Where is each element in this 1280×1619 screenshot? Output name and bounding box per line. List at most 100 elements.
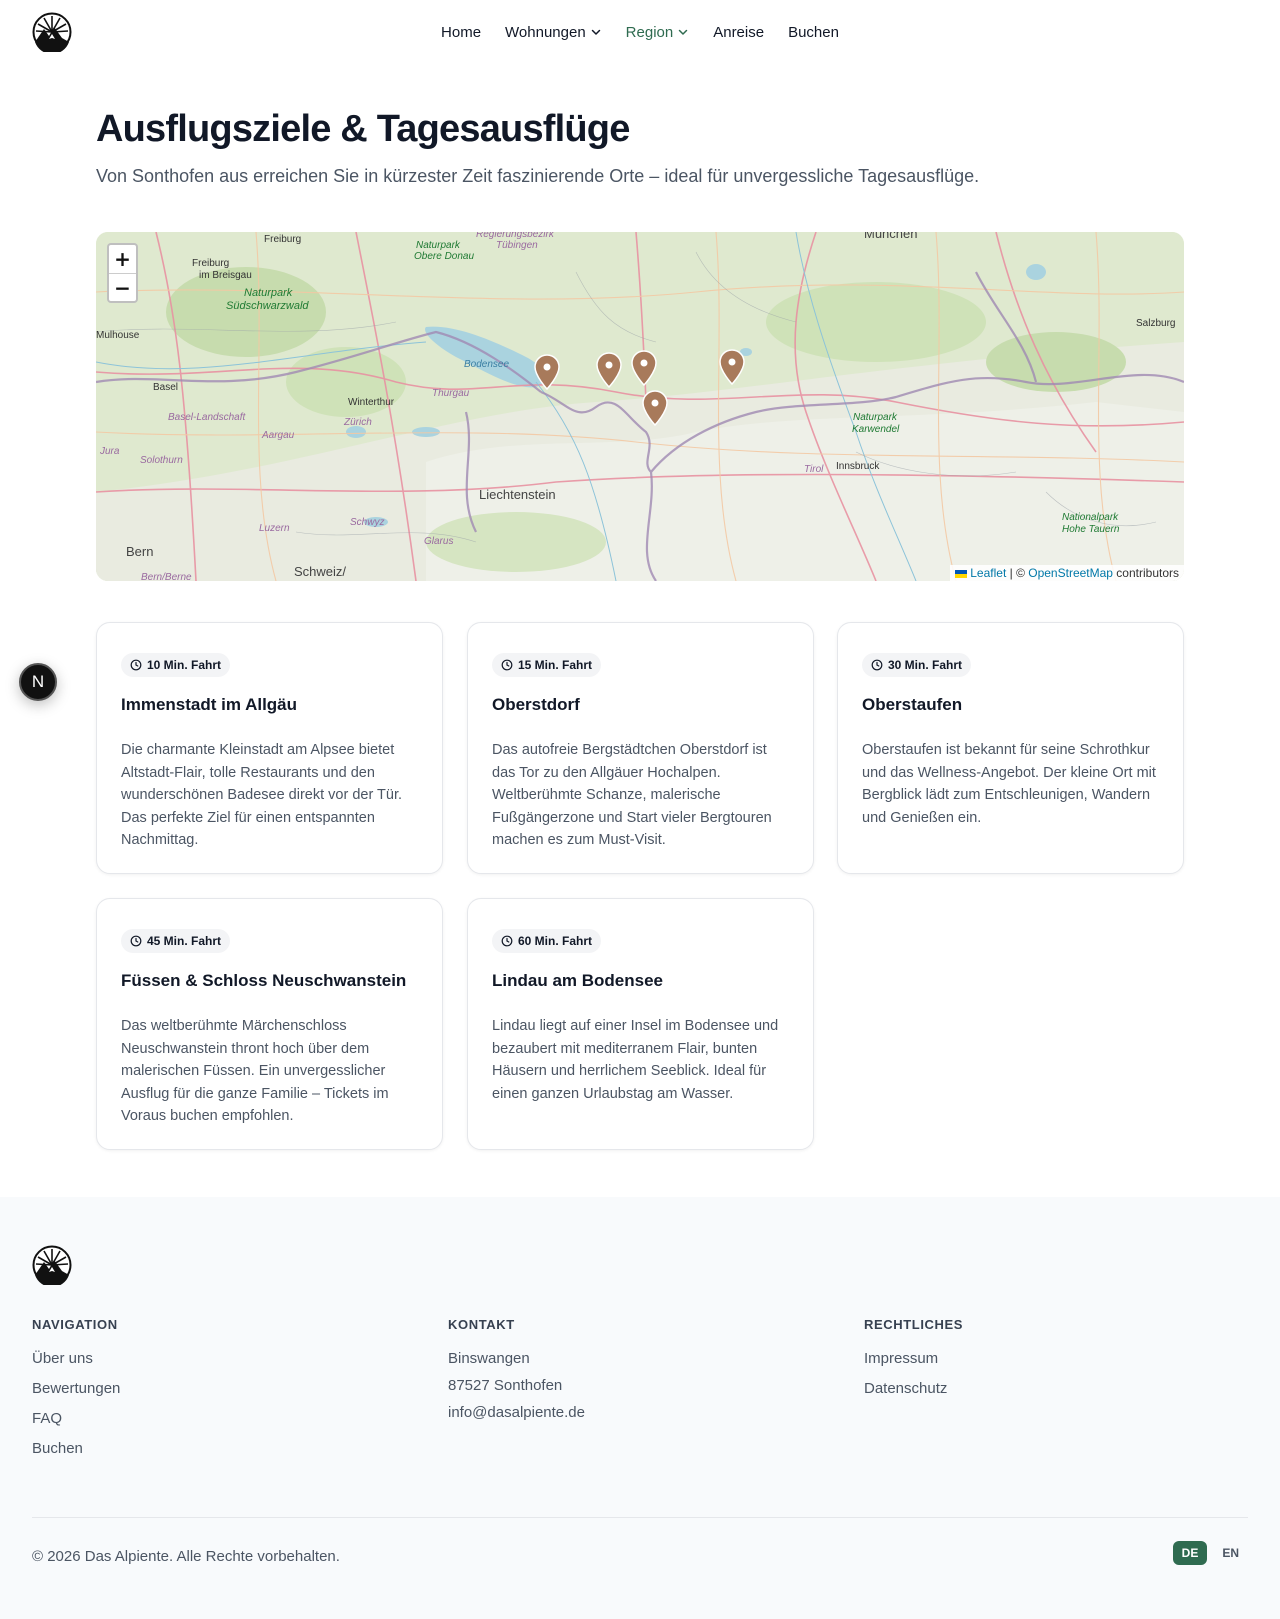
travel-time-badge: 60 Min. Fahrt (492, 929, 602, 953)
clock-icon (130, 659, 142, 671)
badge-label: 10 Min. Fahrt (147, 658, 222, 672)
map-label: Liechtenstein (479, 487, 556, 502)
map-marker-icon[interactable] (719, 349, 745, 385)
footer-link-buchen[interactable]: Buchen (32, 1440, 120, 1457)
attribution-suffix: contributors (1112, 566, 1179, 580)
map-marker-icon[interactable] (596, 352, 622, 388)
destination-description: Oberstaufen ist bekannt für seine Schrot… (862, 742, 1156, 826)
map-label: Glarus (424, 536, 454, 547)
map-label: Nationalpark (1062, 512, 1119, 523)
leaflet-link[interactable]: Leaflet (970, 566, 1006, 580)
map-label: Bern (126, 544, 154, 559)
destination-title: Oberstaufen (862, 695, 963, 714)
main-nav: Home Wohnungen Region Anreise Buchen (0, 0, 1280, 64)
nav-region-label: Region (625, 23, 674, 41)
nav-region[interactable]: Region (626, 24, 690, 41)
destination-title: Immenstadt im Allgäu (121, 695, 298, 714)
osm-link[interactable]: OpenStreetMap (1028, 566, 1113, 580)
map-marker-icon[interactable] (631, 350, 657, 386)
map-label: im Breisgau (199, 270, 252, 281)
map-label: Winterthur (348, 397, 395, 408)
destination-card: 30 Min. Fahrt Oberstaufen Oberstaufen is… (837, 622, 1184, 874)
nav-anreise-label: Anreise (713, 23, 765, 41)
travel-time-badge: 15 Min. Fahrt (492, 653, 602, 677)
nav-anreise[interactable]: Anreise (713, 24, 764, 41)
footer-link-bewertungen[interactable]: Bewertungen (32, 1380, 120, 1397)
map-label: Basel-Landschaft (168, 412, 246, 423)
zoom-out-button[interactable]: − (109, 273, 136, 301)
contact-email[interactable]: info@dasalpiente.de (448, 1404, 585, 1421)
map-marker-icon[interactable] (642, 390, 668, 426)
lang-en-button[interactable]: EN (1213, 1541, 1248, 1565)
nextjs-dev-button[interactable]: N (19, 663, 57, 701)
nav-buchen-label: Buchen (788, 23, 839, 41)
zoom-in-button[interactable]: + (109, 245, 136, 273)
destination-description: Das autofreie Bergstädtchen Oberstdorf i… (492, 742, 772, 848)
travel-time-badge: 10 Min. Fahrt (121, 653, 231, 677)
destinations-map[interactable]: Freiburg Freiburg im Breisgau Naturpark … (96, 232, 1184, 581)
footer-legal: RECHTLICHES Impressum Datenschutz (864, 1317, 963, 1410)
destination-title: Lindau am Bodensee (492, 971, 663, 990)
brand-logo-icon[interactable] (32, 1245, 72, 1285)
clock-icon (501, 659, 513, 671)
map-label: Bodensee (464, 359, 510, 370)
map-label: München (864, 232, 918, 241)
chevron-down-icon (591, 29, 600, 35)
site-header: Home Wohnungen Region Anreise Buchen (0, 0, 1280, 64)
map-label: Zürich (344, 417, 372, 428)
destination-title: Oberstdorf (492, 695, 580, 714)
map-label: Südschwarzwald (226, 300, 309, 312)
footer-contact: KONTAKT Binswangen 87527 Sonthofen info@… (448, 1317, 585, 1431)
destination-title: Füssen & Schloss Neuschwanstein (121, 971, 407, 990)
footer-link-impressum[interactable]: Impressum (864, 1350, 963, 1367)
map-label: Schweiz/ (294, 564, 347, 579)
clock-icon (871, 659, 883, 671)
map-label: Aargau (262, 430, 295, 441)
footer-link-faq[interactable]: FAQ (32, 1410, 120, 1427)
travel-time-badge: 45 Min. Fahrt (121, 929, 231, 953)
map-label: Regierungsbezirk (476, 232, 554, 240)
map-label: Innsbruck (836, 461, 880, 472)
map-label: Solothurn (140, 455, 183, 466)
nav-home[interactable]: Home (441, 24, 481, 41)
destination-card: 15 Min. Fahrt Oberstdorf Das autofreie B… (467, 622, 814, 874)
map-marker-icon[interactable] (534, 354, 560, 390)
map-label: Naturpark (416, 240, 460, 251)
nav-buchen[interactable]: Buchen (788, 24, 839, 41)
footer-link-ueber-uns[interactable]: Über uns (32, 1350, 120, 1367)
page-title: Ausflugsziele & Tagesausflüge (96, 108, 630, 150)
zoom-control: + − (107, 243, 138, 303)
footer-link-datenschutz[interactable]: Datenschutz (864, 1380, 963, 1397)
map-label: Karwendel (852, 424, 900, 435)
badge-label: 60 Min. Fahrt (518, 934, 593, 948)
page-subtitle: Von Sonthofen aus erreichen Sie in kürze… (96, 166, 980, 186)
badge-label: 30 Min. Fahrt (888, 658, 963, 672)
ukraine-flag-icon (955, 569, 968, 578)
destination-card: 60 Min. Fahrt Lindau am Bodensee Lindau … (467, 898, 814, 1150)
destination-description: Das weltberühmte Märchenschloss Neuschwa… (121, 1018, 389, 1124)
map-label: Tirol (804, 464, 824, 475)
map-label: Basel (153, 382, 179, 393)
destination-card: 45 Min. Fahrt Füssen & Schloss Neuschwan… (96, 898, 443, 1150)
map-label: Schwyz (350, 517, 385, 528)
copyright-text: © 2026 Das Alpiente. Alle Rechte vorbeha… (32, 1548, 340, 1565)
site-footer: NAVIGATION Über uns Bewertungen FAQ Buch… (0, 1197, 1280, 1619)
map-label: Freiburg (264, 234, 302, 245)
footer-heading: KONTAKT (448, 1317, 515, 1332)
map-label: Bern/Berne (141, 572, 192, 581)
badge-label: 45 Min. Fahrt (147, 934, 222, 948)
map-label: Thurgau (432, 388, 470, 399)
nav-wohnungen[interactable]: Wohnungen (505, 24, 602, 41)
map-label: Naturpark (244, 287, 293, 299)
attribution-separator: | © (1006, 566, 1029, 580)
lang-de-button[interactable]: DE (1172, 1541, 1208, 1565)
map-label: Luzern (259, 523, 290, 534)
footer-divider (32, 1517, 1248, 1518)
nav-home-label: Home (441, 23, 482, 41)
nav-wohnungen-label: Wohnungen (505, 23, 586, 41)
travel-time-badge: 30 Min. Fahrt (862, 653, 972, 677)
destination-description: Lindau liegt auf einer Insel im Bodensee… (492, 1018, 779, 1102)
map-label: Hohe Tauern (1062, 524, 1120, 535)
footer-navigation: NAVIGATION Über uns Bewertungen FAQ Buch… (32, 1317, 120, 1470)
destination-card: 10 Min. Fahrt Immenstadt im Allgäu Die c… (96, 622, 443, 874)
